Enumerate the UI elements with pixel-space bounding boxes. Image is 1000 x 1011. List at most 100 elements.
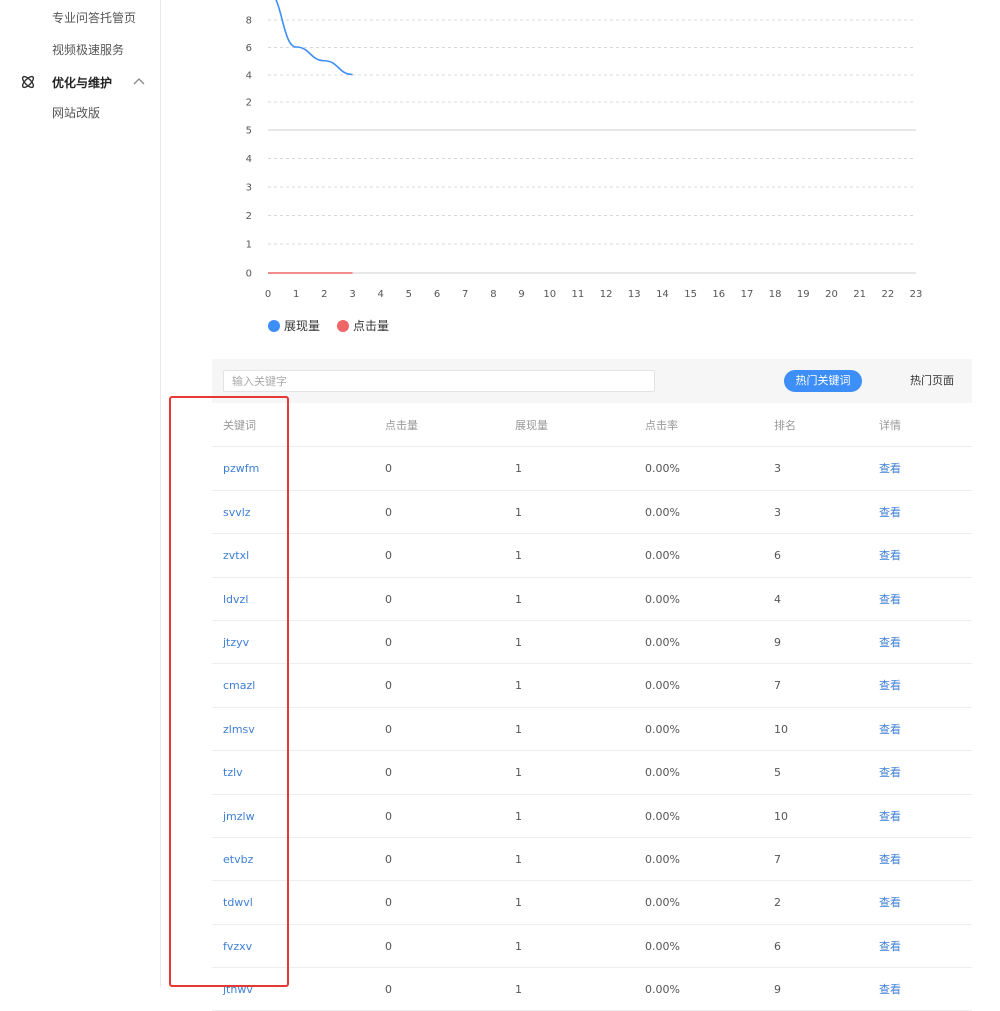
view-details-link[interactable]: 查看 [879,447,901,490]
keyword-link[interactable]: svvlz [223,491,251,534]
series-line-impressions [275,0,353,76]
keyword-link[interactable]: ldvzl [223,578,248,621]
header-details: 详情 [879,419,901,432]
legend-label-impressions: 展现量 [284,319,321,333]
keyword-link[interactable]: jtzyv [223,621,249,664]
impressions-cell: 1 [515,462,522,476]
impressions-cell: 1 [515,635,522,649]
ctr-cell: 0.00% [645,939,680,953]
sidebar-item-qa-hosting[interactable]: 专业问答托管页 [52,9,136,26]
table-body: pzwfm 0 1 0.00% 3 查看 svvlz 0 1 0.00% 3 查看 zvtxl 0 1 0.0… [212,447,972,1011]
x-tick-label: 14 [656,289,669,300]
legend-label-clicks: 点击量 [353,319,390,333]
keyword-link[interactable]: tdwvl [223,881,253,924]
view-details-link[interactable]: 查看 [879,491,901,534]
table-row: etvbz 0 1 0.00% 7 查看 [212,838,972,882]
keyword-link[interactable]: etvbz [223,838,253,881]
ctr-cell: 0.00% [645,722,680,736]
header-clicks: 点击量 [385,419,418,432]
keyword-link[interactable]: jtnwv [223,968,253,1011]
table-row: zlmsv 0 1 0.00% 10 查看 [212,708,972,752]
legend-marker-clicks [337,319,349,332]
ctr-cell: 0.00% [645,462,680,476]
keyword-link[interactable]: tzlv [223,751,243,794]
view-details-link[interactable]: 查看 [879,838,901,881]
view-details-link[interactable]: 查看 [879,751,901,794]
legend-marker-impressions [268,319,280,332]
chevron-up-icon[interactable] [133,76,145,86]
header-rank: 排名 [774,419,796,432]
rank-cell: 9 [774,635,781,649]
impressions-cell: 1 [515,939,522,953]
view-details-link[interactable]: 查看 [879,925,901,968]
tab-hot-pages[interactable]: 热门页面 [892,370,972,392]
table-row: tzlv 0 1 0.00% 5 查看 [212,751,972,795]
view-details-link[interactable]: 查看 [879,881,901,924]
tab-hot-keywords[interactable]: 热门关键词 [784,370,862,392]
table-row: pzwfm 0 1 0.00% 3 查看 [212,447,972,491]
keyword-link[interactable]: fvzxv [223,925,252,968]
keyword-search-input[interactable] [223,370,655,392]
y-tick-label: 5 [246,126,252,137]
x-tick-label: 7 [462,289,468,300]
x-tick-label: 3 [349,289,355,300]
x-tick-label: 0 [265,289,271,300]
rank-cell: 3 [774,505,781,519]
rank-cell: 6 [774,939,781,953]
impressions-cell: 1 [515,679,522,693]
ctr-cell: 0.00% [645,766,680,780]
header-impressions: 展现量 [515,419,548,432]
clicks-cell: 0 [385,766,392,780]
impressions-cell: 1 [515,896,522,910]
x-tick-label: 9 [518,289,524,300]
header-ctr: 点击率 [645,419,678,432]
view-details-link[interactable]: 查看 [879,708,901,751]
sidebar-group-optimization[interactable]: 优化与维护 [20,72,148,92]
x-tick-label: 22 [881,289,894,300]
ctr-cell: 0.00% [645,505,680,519]
sidebar-item-video-service[interactable]: 视频极速服务 [52,41,124,58]
view-details-link[interactable]: 查看 [879,795,901,838]
x-tick-label: 18 [769,289,782,300]
x-tick-label: 5 [406,289,412,300]
rank-cell: 10 [774,722,788,736]
view-details-link[interactable]: 查看 [879,534,901,577]
clicks-cell: 0 [385,722,392,736]
keyword-link[interactable]: zlmsv [223,708,255,751]
table-row: fvzxv 0 1 0.00% 6 查看 [212,925,972,969]
rank-cell: 5 [774,766,781,780]
x-tick-label: 17 [741,289,754,300]
view-details-link[interactable]: 查看 [879,621,901,664]
x-tick-label: 6 [434,289,440,300]
x-tick-label: 20 [825,289,838,300]
sidebar-item-site-redesign[interactable]: 网站改版 [52,104,100,121]
clicks-cell: 0 [385,592,392,606]
table-row: svvlz 0 1 0.00% 3 查看 [212,491,972,535]
ctr-cell: 0.00% [645,983,680,997]
header-keyword: 关键词 [223,419,256,432]
x-tick-label: 4 [378,289,384,300]
rank-cell: 10 [774,809,788,823]
legend-item-clicks[interactable]: 点击量 [337,317,389,334]
legend-item-impressions[interactable]: 展现量 [268,317,320,334]
ctr-cell: 0.00% [645,809,680,823]
table-row: jtzyv 0 1 0.00% 9 查看 [212,621,972,665]
x-tick-label: 19 [797,289,810,300]
ctr-cell: 0.00% [645,635,680,649]
table-row: jtnwv 0 1 0.00% 9 查看 [212,968,972,1011]
clicks-cell: 0 [385,679,392,693]
keyword-link[interactable]: pzwfm [223,447,259,490]
view-details-link[interactable]: 查看 [879,968,901,1011]
x-tick-label: 15 [684,289,697,300]
impressions-cell: 1 [515,722,522,736]
x-tick-label: 8 [490,289,496,300]
view-details-link[interactable]: 查看 [879,664,901,707]
ctr-cell: 0.00% [645,679,680,693]
keyword-link[interactable]: jmzlw [223,795,255,838]
x-tick-label: 2 [321,289,327,300]
keyword-link[interactable]: zvtxl [223,534,249,577]
rank-cell: 9 [774,983,781,997]
view-details-link[interactable]: 查看 [879,578,901,621]
table-row: jmzlw 0 1 0.00% 10 查看 [212,795,972,838]
keyword-link[interactable]: cmazl [223,664,255,707]
